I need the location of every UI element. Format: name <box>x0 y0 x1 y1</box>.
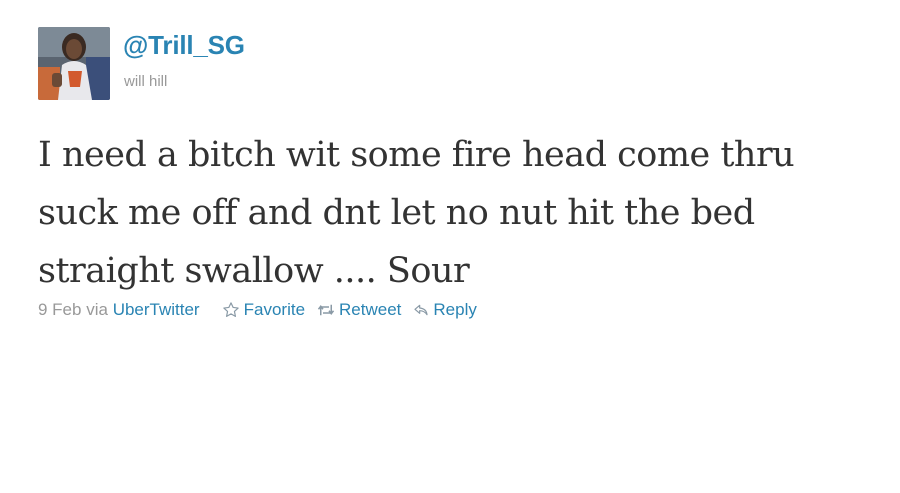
full-name: will hill <box>124 73 168 90</box>
tweet-text: I need a bitch wit some fire head come t… <box>38 135 795 291</box>
screen-name-link[interactable]: @Trill_SG <box>123 30 245 61</box>
avatar-photo <box>38 27 110 100</box>
retweet-button[interactable]: Retweet <box>317 300 401 320</box>
favorite-label: Favorite <box>243 300 306 319</box>
retweet-label: Retweet <box>339 300 402 319</box>
tweet-source-link[interactable]: UberTwitter <box>113 300 200 320</box>
tweet-meta: 9 Feb via UberTwitter Favorite Retweet R… <box>38 300 489 320</box>
tweet-card: @Trill_SG will hill I need a bitch wit s… <box>0 0 900 493</box>
via-label: via <box>86 300 108 319</box>
reply-arrow-icon <box>414 304 429 316</box>
star-outline-icon <box>222 302 239 317</box>
reply-label: Reply <box>433 300 477 319</box>
reply-button[interactable]: Reply <box>413 300 477 320</box>
retweet-arrows-icon <box>317 304 335 316</box>
favorite-button[interactable]: Favorite <box>222 300 305 320</box>
avatar[interactable] <box>38 27 110 100</box>
tweet-timestamp[interactable]: 9 Feb <box>38 300 81 320</box>
